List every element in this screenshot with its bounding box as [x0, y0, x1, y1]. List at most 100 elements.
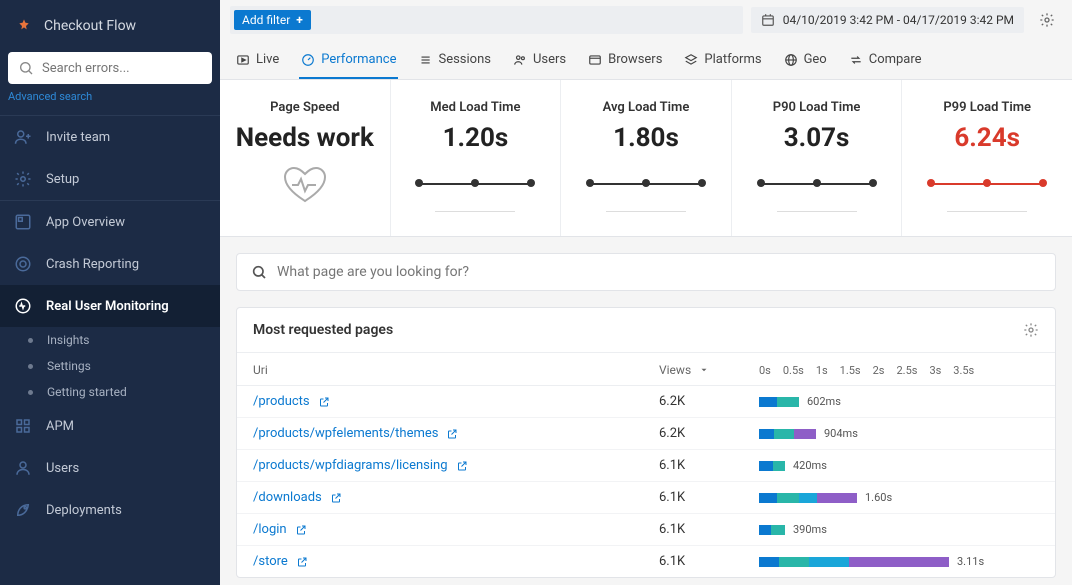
- gear-icon: [1039, 12, 1055, 28]
- col-header-uri[interactable]: Uri: [253, 363, 659, 377]
- sidebar-item-invite-team[interactable]: Invite team: [0, 116, 220, 158]
- bar-segment: [794, 429, 816, 439]
- uri-link[interactable]: /products: [253, 394, 659, 409]
- sidebar-header: Checkout Flow: [0, 0, 220, 52]
- tab-users[interactable]: Users: [511, 46, 568, 79]
- sidebar-item-label: Real User Monitoring: [46, 299, 169, 314]
- external-link-icon: [295, 524, 307, 536]
- views-cell: 6.1K: [659, 554, 759, 569]
- heartbeat-icon: [280, 165, 330, 205]
- timeline-cell: 420ms: [759, 459, 1039, 472]
- rocket-icon: [14, 501, 32, 519]
- time-tick: 2.5s: [896, 364, 917, 377]
- search-icon: [18, 60, 34, 76]
- page-search-input-wrap[interactable]: [236, 253, 1056, 291]
- metric-pagespeed: Page Speed Needs work: [220, 80, 391, 236]
- list-icon: [418, 53, 432, 67]
- settings-button[interactable]: [1032, 12, 1062, 28]
- calendar-icon: [761, 13, 775, 27]
- sidebar-item-label: Setup: [46, 172, 79, 187]
- sparkline-icon: [927, 171, 1047, 195]
- search-errors-input[interactable]: [42, 61, 208, 76]
- views-cell: 6.1K: [659, 458, 759, 473]
- page-search-input[interactable]: [277, 264, 1041, 280]
- external-link-icon: [318, 396, 330, 408]
- views-cell: 6.1K: [659, 490, 759, 505]
- gear-icon: [14, 170, 32, 188]
- timeline-axis: 0s0.5s1s1.5s2s2.5s3s3.5s: [759, 364, 1039, 377]
- tab-compare[interactable]: Compare: [847, 46, 924, 79]
- table-row: /downloads6.1K 1.60s: [237, 482, 1055, 514]
- sidebar-item-app-overview[interactable]: App Overview: [0, 201, 220, 243]
- window-icon: [588, 53, 602, 67]
- advanced-search-link[interactable]: Advanced search: [0, 84, 220, 115]
- col-header-views[interactable]: Views: [659, 363, 759, 377]
- time-label: 602ms: [807, 395, 841, 408]
- table-row: /login6.1K390ms: [237, 514, 1055, 546]
- sidebar-item-label: Crash Reporting: [46, 257, 139, 272]
- uri-link[interactable]: /downloads: [253, 490, 659, 505]
- bar-segment: [817, 493, 857, 503]
- tab-browsers[interactable]: Browsers: [586, 46, 664, 79]
- gear-icon[interactable]: [1023, 322, 1039, 338]
- time-label: 3.11s: [957, 555, 984, 568]
- uri-link[interactable]: /login: [253, 522, 659, 537]
- target-icon: [14, 255, 32, 273]
- app-title: Checkout Flow: [44, 18, 136, 34]
- tab-sessions[interactable]: Sessions: [416, 46, 493, 79]
- bar-segment: [774, 429, 794, 439]
- timeline-bar: [759, 397, 799, 407]
- tab-live[interactable]: Live: [234, 46, 281, 79]
- users-plus-icon: [14, 128, 32, 146]
- tab-platforms[interactable]: Platforms: [682, 46, 763, 79]
- timeline-bar: [759, 461, 785, 471]
- pulse-icon: [14, 297, 32, 315]
- views-cell: 6.2K: [659, 426, 759, 441]
- uri-link[interactable]: /store: [253, 554, 659, 569]
- topbar: Add filter + 04/10/2019 3:42 PM - 04/17/…: [220, 0, 1072, 40]
- time-label: 390ms: [793, 523, 827, 536]
- table-most-requested: Most requested pages Uri Views 0s0.5s1s1…: [236, 307, 1056, 578]
- tab-geo[interactable]: Geo: [782, 46, 829, 79]
- metric-p99: P99 Load Time 6.24s: [902, 80, 1072, 236]
- sidebar-item-users[interactable]: Users: [0, 447, 220, 489]
- add-filter-button[interactable]: Add filter +: [234, 10, 311, 30]
- timeline-bar: [759, 493, 857, 503]
- search-errors-input-wrap[interactable]: [8, 52, 212, 84]
- uri-link[interactable]: /products/wpfelements/themes: [253, 426, 659, 441]
- sidebar-sub-getting-started[interactable]: Getting started: [0, 379, 220, 405]
- sidebar-item-deployments[interactable]: Deployments: [0, 489, 220, 531]
- metric-med: Med Load Time 1.20s: [391, 80, 562, 236]
- timeline-cell: 904ms: [759, 427, 1039, 440]
- sidebar-item-setup[interactable]: Setup: [0, 158, 220, 200]
- globe-icon: [784, 53, 798, 67]
- table-row: /products/wpfdiagrams/licensing6.1K420ms: [237, 450, 1055, 482]
- dot-icon: [28, 390, 33, 395]
- nav-group-top: Invite team Setup: [0, 115, 220, 200]
- sidebar-sub-settings[interactable]: Settings: [0, 353, 220, 379]
- filter-bar[interactable]: Add filter +: [230, 6, 743, 34]
- layers-icon: [684, 53, 698, 67]
- sidebar-item-label: App Overview: [46, 215, 125, 230]
- uri-link[interactable]: /products/wpfdiagrams/licensing: [253, 458, 659, 473]
- timeline-cell: 390ms: [759, 523, 1039, 536]
- external-link-icon: [296, 556, 308, 568]
- sidebar-sub-insights[interactable]: Insights: [0, 327, 220, 353]
- bar-segment: [809, 557, 849, 567]
- date-range-picker[interactable]: 04/10/2019 3:42 PM - 04/17/2019 3:42 PM: [751, 7, 1024, 33]
- timeline-cell: 602ms: [759, 395, 1039, 408]
- metric-avg: Avg Load Time 1.80s: [561, 80, 732, 236]
- time-tick: 2s: [873, 364, 885, 377]
- user-icon: [14, 459, 32, 477]
- tab-performance[interactable]: Performance: [299, 46, 398, 79]
- sidebar-item-rum[interactable]: Real User Monitoring: [0, 285, 220, 327]
- external-link-icon: [446, 428, 458, 440]
- time-label: 1.60s: [865, 491, 892, 504]
- time-tick: 1s: [816, 364, 828, 377]
- sidebar-item-crash-reporting[interactable]: Crash Reporting: [0, 243, 220, 285]
- sparkline-icon: [757, 171, 877, 195]
- table-head-row: Uri Views 0s0.5s1s1.5s2s2.5s3s3.5s: [237, 353, 1055, 386]
- grid-icon: [14, 417, 32, 435]
- dot-icon: [28, 364, 33, 369]
- sidebar-item-apm[interactable]: APM: [0, 405, 220, 447]
